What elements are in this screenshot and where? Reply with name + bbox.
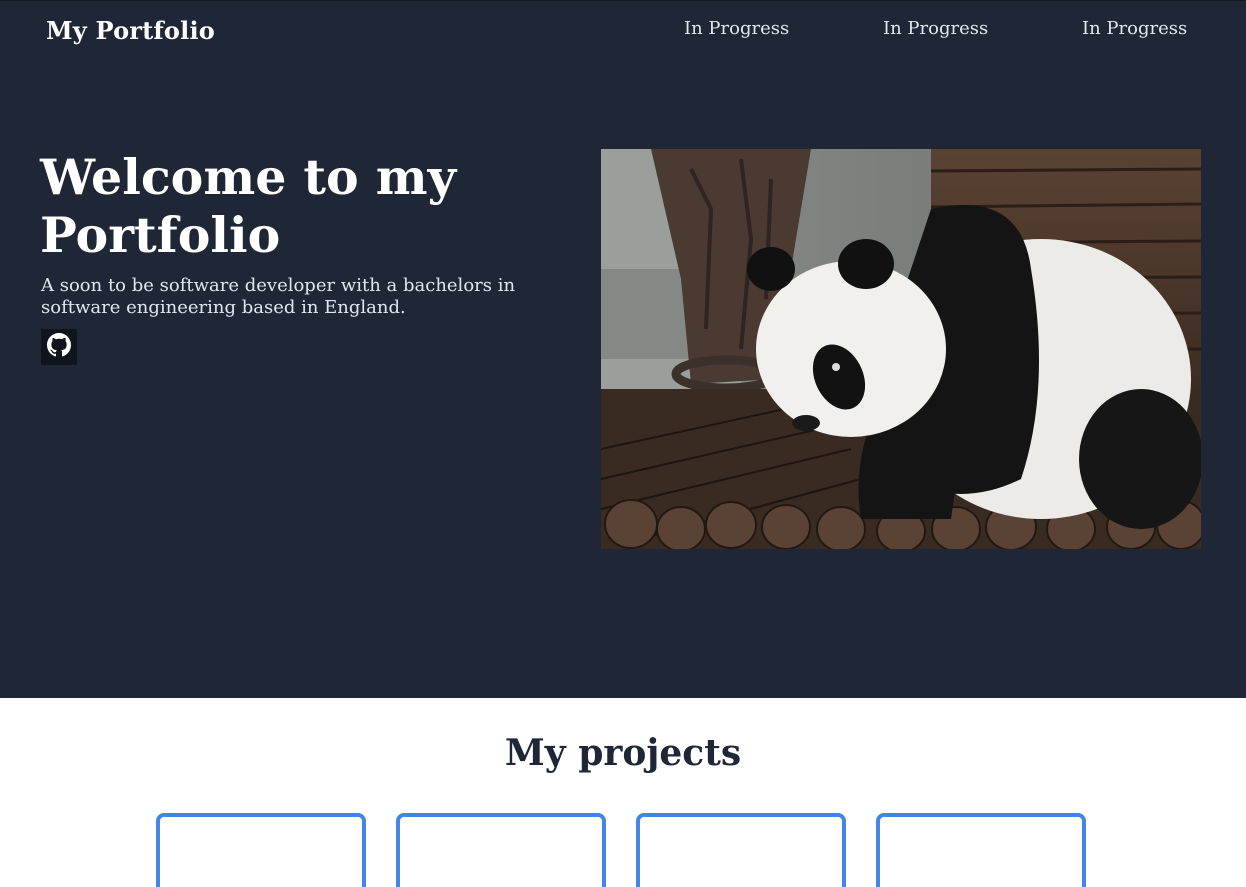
nav-link-1[interactable]: In Progress	[684, 18, 789, 39]
hero-section: My Portfolio In Progress In Progress In …	[0, 0, 1246, 698]
github-link-button[interactable]	[41, 329, 77, 365]
github-icon	[47, 333, 71, 361]
project-card-1[interactable]	[156, 813, 366, 887]
brand-logo[interactable]: My Portfolio	[46, 16, 215, 45]
nav-link-2[interactable]: In Progress	[883, 18, 988, 39]
project-card-2[interactable]	[396, 813, 606, 887]
projects-heading: My projects	[504, 732, 742, 774]
project-card-4[interactable]	[876, 813, 1086, 887]
nav-link-3[interactable]: In Progress	[1082, 18, 1187, 39]
page: My Portfolio In Progress In Progress In …	[0, 0, 1246, 887]
hero-title: Welcome to my Portfolio	[40, 148, 457, 264]
hero-panda-image	[601, 149, 1201, 549]
project-card-3[interactable]	[636, 813, 846, 887]
hero-subtitle: A soon to be software developer with a b…	[41, 275, 516, 318]
